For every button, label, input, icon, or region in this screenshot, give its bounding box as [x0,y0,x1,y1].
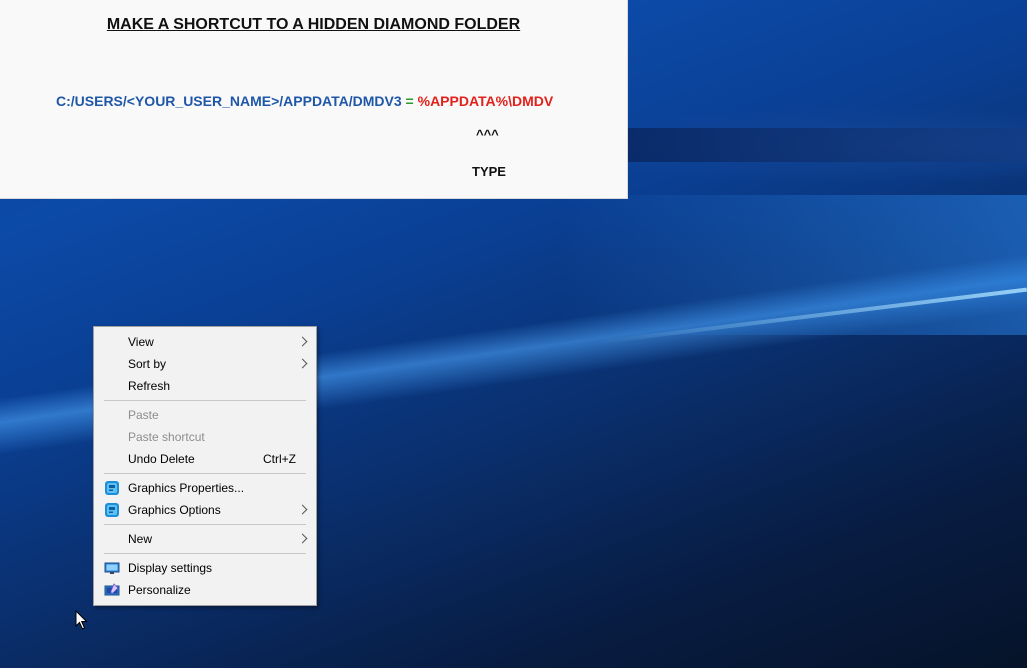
menu-item-sort-by[interactable]: Sort by [94,353,316,375]
menu-item-label: View [128,335,154,349]
menu-separator [104,553,306,554]
menu-item-graphics-options[interactable]: Graphics Options [94,499,316,521]
menu-item-label: Refresh [128,379,171,393]
folder-path: C:/USERS/<YOUR_USER_NAME>/APPDATA/DMDV3 [56,93,402,109]
menu-separator [104,473,306,474]
menu-item-view[interactable]: View [94,331,316,353]
menu-item-label: Personalize [128,583,191,597]
folder-path-line: C:/USERS/<YOUR_USER_NAME>/APPDATA/DMDV3 … [56,93,553,109]
menu-item-refresh[interactable]: Refresh [94,375,316,397]
env-variable-path: %APPDATA%\DMDV [417,93,554,109]
menu-item-paste-shortcut[interactable]: Paste shortcut [94,426,316,448]
menu-item-label: New [128,532,153,546]
menu-separator [104,524,306,525]
chevron-right-icon [297,336,308,347]
chevron-right-icon [297,504,308,515]
menu-item-undo-delete[interactable]: Undo Delete Ctrl+Z [94,448,316,470]
monitor-icon [104,562,120,574]
intel-graphics-icon [105,481,119,495]
menu-item-label: Display settings [128,561,213,575]
menu-item-paste[interactable]: Paste [94,404,316,426]
keyboard-shortcut: Ctrl+Z [263,452,296,466]
chevron-right-icon [297,358,308,369]
menu-item-label: Graphics Options [128,503,221,517]
carets-marker: ^^^ [476,127,499,142]
menu-separator [104,400,306,401]
wallpaper-dark-band [628,128,1027,162]
intel-graphics-icon [105,503,119,517]
instruction-note: MAKE A SHORTCUT TO A HIDDEN DIAMOND FOLD… [0,0,628,199]
menu-item-label: Paste [128,408,159,422]
chevron-right-icon [297,533,308,544]
desktop-context-menu: View Sort by Refresh Paste Paste shortcu… [93,326,317,606]
equals-sign: = [405,93,414,109]
menu-item-label: Graphics Properties... [128,481,245,495]
menu-item-label: Sort by [128,357,167,371]
menu-item-label: Undo Delete [128,452,195,466]
wallpaper-light-beam [560,195,1027,335]
menu-item-label: Paste shortcut [128,430,205,444]
type-label: TYPE [472,164,506,179]
menu-item-personalize[interactable]: Personalize [94,579,316,601]
personalize-icon [104,583,120,596]
menu-item-graphics-properties[interactable]: Graphics Properties... [94,477,316,499]
note-title: MAKE A SHORTCUT TO A HIDDEN DIAMOND FOLD… [106,16,521,33]
mouse-cursor-icon [75,610,88,630]
menu-item-display-settings[interactable]: Display settings [94,557,316,579]
menu-item-new[interactable]: New [94,528,316,550]
